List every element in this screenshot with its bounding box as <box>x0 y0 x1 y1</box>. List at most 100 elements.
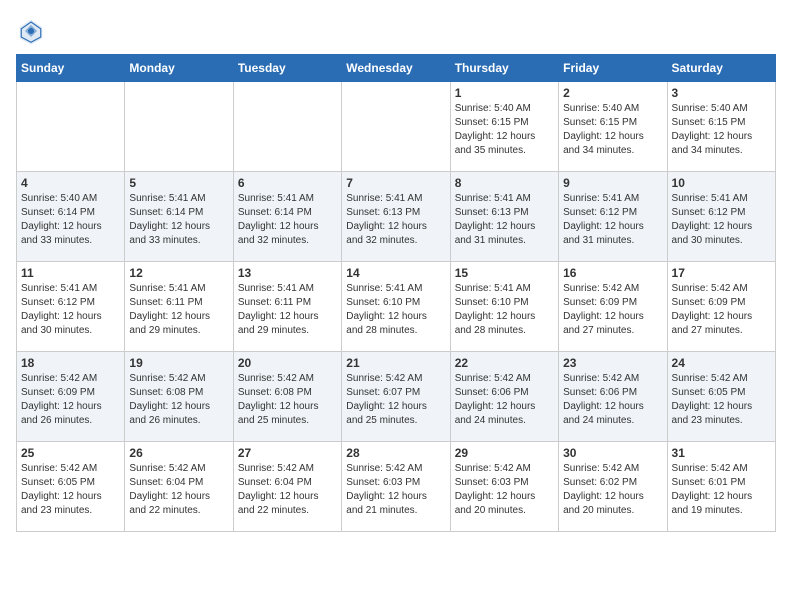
calendar-cell: 15 Sunrise: 5:41 AM Sunset: 6:10 PM Dayli… <box>450 262 558 352</box>
day-info: Sunrise: 5:42 AM Sunset: 6:04 PM Dayligh… <box>238 462 337 518</box>
calendar-cell: 26 Sunrise: 5:42 AM Sunset: 6:04 PM Dayli… <box>125 442 233 532</box>
day-info: Sunrise: 5:42 AM Sunset: 6:08 PM Dayligh… <box>238 372 337 428</box>
logo-icon <box>16 16 46 46</box>
calendar-cell: 20 Sunrise: 5:42 AM Sunset: 6:08 PM Dayli… <box>233 352 341 442</box>
calendar-cell: 9Sunrise: 5:41 AM Sunset: 6:12 PM Daylig… <box>559 172 667 262</box>
day-info: Sunrise: 5:42 AM Sunset: 6:05 PM Dayligh… <box>672 372 771 428</box>
calendar-cell: 27Sunrise: 5:42 AM Sunset: 6:04 PM Dayli… <box>233 442 341 532</box>
day-info: Sunrise: 5:42 AM Sunset: 6:09 PM Dayligh… <box>672 282 771 338</box>
day-number: 31 <box>672 446 771 460</box>
calendar-cell <box>17 82 125 172</box>
calendar-cell <box>233 82 341 172</box>
day-info: Sunrise: 5:42 AM Sunset: 6:06 PM Dayligh… <box>563 372 662 428</box>
day-number: 29 <box>455 446 554 460</box>
calendar-cell: 11 Sunrise: 5:41 AM Sunset: 6:12 PM Dayli… <box>17 262 125 352</box>
day-header-saturday: Saturday <box>667 55 775 82</box>
day-number: 23 <box>563 356 662 370</box>
day-header-monday: Monday <box>125 55 233 82</box>
day-info: Sunrise: 5:40 AM Sunset: 6:14 PM Dayligh… <box>21 192 120 248</box>
day-header-sunday: Sunday <box>17 55 125 82</box>
day-number: 6 <box>238 176 337 190</box>
day-info: Sunrise: 5:41 AM Sunset: 6:10 PM Dayligh… <box>346 282 445 338</box>
day-info: Sunrise: 5:42 AM Sunset: 6:01 PM Dayligh… <box>672 462 771 518</box>
calendar-cell: 30 Sunrise: 5:42 AM Sunset: 6:02 PM Dayli… <box>559 442 667 532</box>
day-number: 5 <box>129 176 228 190</box>
calendar-week-row: 4Sunrise: 5:40 AM Sunset: 6:14 PM Daylig… <box>17 172 776 262</box>
day-number: 2 <box>563 86 662 100</box>
calendar-cell: 22 Sunrise: 5:42 AM Sunset: 6:06 PM Dayli… <box>450 352 558 442</box>
day-info: Sunrise: 5:41 AM Sunset: 6:12 PM Dayligh… <box>21 282 120 338</box>
day-number: 11 <box>21 266 120 280</box>
day-info: Sunrise: 5:41 AM Sunset: 6:10 PM Dayligh… <box>455 282 554 338</box>
calendar-week-row: 1 Sunrise: 5:40 AM Sunset: 6:15 PM Daylig… <box>17 82 776 172</box>
day-info: Sunrise: 5:42 AM Sunset: 6:04 PM Dayligh… <box>129 462 228 518</box>
calendar-cell: 25 Sunrise: 5:42 AM Sunset: 6:05 PM Dayli… <box>17 442 125 532</box>
day-info: Sunrise: 5:41 AM Sunset: 6:11 PM Dayligh… <box>238 282 337 338</box>
day-number: 14 <box>346 266 445 280</box>
calendar-cell: 12 Sunrise: 5:41 AM Sunset: 6:11 PM Dayli… <box>125 262 233 352</box>
calendar-body: 1 Sunrise: 5:40 AM Sunset: 6:15 PM Daylig… <box>17 82 776 532</box>
day-info: Sunrise: 5:41 AM Sunset: 6:14 PM Dayligh… <box>129 192 228 248</box>
calendar-cell: 2 Sunrise: 5:40 AM Sunset: 6:15 PM Daylig… <box>559 82 667 172</box>
calendar-week-row: 18 Sunrise: 5:42 AM Sunset: 6:09 PM Dayli… <box>17 352 776 442</box>
day-info: Sunrise: 5:40 AM Sunset: 6:15 PM Dayligh… <box>672 102 771 158</box>
day-info: Sunrise: 5:41 AM Sunset: 6:12 PM Dayligh… <box>672 192 771 248</box>
day-number: 7 <box>346 176 445 190</box>
calendar-cell: 8 Sunrise: 5:41 AM Sunset: 6:13 PM Daylig… <box>450 172 558 262</box>
day-number: 10 <box>672 176 771 190</box>
day-info: Sunrise: 5:42 AM Sunset: 6:09 PM Dayligh… <box>563 282 662 338</box>
calendar-cell: 17 Sunrise: 5:42 AM Sunset: 6:09 PM Dayli… <box>667 262 775 352</box>
day-number: 21 <box>346 356 445 370</box>
day-info: Sunrise: 5:41 AM Sunset: 6:14 PM Dayligh… <box>238 192 337 248</box>
calendar-cell: 3Sunrise: 5:40 AM Sunset: 6:15 PM Daylig… <box>667 82 775 172</box>
calendar-cell: 23 Sunrise: 5:42 AM Sunset: 6:06 PM Dayli… <box>559 352 667 442</box>
day-number: 19 <box>129 356 228 370</box>
calendar-cell: 24 Sunrise: 5:42 AM Sunset: 6:05 PM Dayli… <box>667 352 775 442</box>
day-number: 24 <box>672 356 771 370</box>
day-number: 8 <box>455 176 554 190</box>
calendar-cell: 31 Sunrise: 5:42 AM Sunset: 6:01 PM Dayli… <box>667 442 775 532</box>
calendar-cell: 14 Sunrise: 5:41 AM Sunset: 6:10 PM Dayli… <box>342 262 450 352</box>
day-number: 18 <box>21 356 120 370</box>
day-info: Sunrise: 5:42 AM Sunset: 6:03 PM Dayligh… <box>455 462 554 518</box>
calendar-week-row: 25 Sunrise: 5:42 AM Sunset: 6:05 PM Dayli… <box>17 442 776 532</box>
page-header <box>16 16 776 46</box>
day-number: 1 <box>455 86 554 100</box>
day-number: 30 <box>563 446 662 460</box>
day-number: 28 <box>346 446 445 460</box>
calendar-cell: 1 Sunrise: 5:40 AM Sunset: 6:15 PM Daylig… <box>450 82 558 172</box>
day-number: 15 <box>455 266 554 280</box>
day-info: Sunrise: 5:41 AM Sunset: 6:11 PM Dayligh… <box>129 282 228 338</box>
calendar-cell: 7Sunrise: 5:41 AM Sunset: 6:13 PM Daylig… <box>342 172 450 262</box>
day-info: Sunrise: 5:40 AM Sunset: 6:15 PM Dayligh… <box>455 102 554 158</box>
calendar-cell: 5 Sunrise: 5:41 AM Sunset: 6:14 PM Daylig… <box>125 172 233 262</box>
day-info: Sunrise: 5:42 AM Sunset: 6:02 PM Dayligh… <box>563 462 662 518</box>
day-info: Sunrise: 5:42 AM Sunset: 6:03 PM Dayligh… <box>346 462 445 518</box>
calendar-cell <box>125 82 233 172</box>
day-header-thursday: Thursday <box>450 55 558 82</box>
day-info: Sunrise: 5:42 AM Sunset: 6:08 PM Dayligh… <box>129 372 228 428</box>
calendar-cell: 6 Sunrise: 5:41 AM Sunset: 6:14 PM Daylig… <box>233 172 341 262</box>
day-info: Sunrise: 5:41 AM Sunset: 6:12 PM Dayligh… <box>563 192 662 248</box>
day-number: 25 <box>21 446 120 460</box>
day-number: 20 <box>238 356 337 370</box>
day-info: Sunrise: 5:42 AM Sunset: 6:07 PM Dayligh… <box>346 372 445 428</box>
day-info: Sunrise: 5:42 AM Sunset: 6:05 PM Dayligh… <box>21 462 120 518</box>
day-number: 22 <box>455 356 554 370</box>
day-info: Sunrise: 5:40 AM Sunset: 6:15 PM Dayligh… <box>563 102 662 158</box>
day-info: Sunrise: 5:42 AM Sunset: 6:09 PM Dayligh… <box>21 372 120 428</box>
day-number: 13 <box>238 266 337 280</box>
calendar-table: SundayMondayTuesdayWednesdayThursdayFrid… <box>16 54 776 532</box>
day-number: 17 <box>672 266 771 280</box>
day-number: 12 <box>129 266 228 280</box>
calendar-cell: 16Sunrise: 5:42 AM Sunset: 6:09 PM Dayli… <box>559 262 667 352</box>
calendar-cell: 28 Sunrise: 5:42 AM Sunset: 6:03 PM Dayli… <box>342 442 450 532</box>
day-info: Sunrise: 5:42 AM Sunset: 6:06 PM Dayligh… <box>455 372 554 428</box>
calendar-cell: 18 Sunrise: 5:42 AM Sunset: 6:09 PM Dayli… <box>17 352 125 442</box>
day-info: Sunrise: 5:41 AM Sunset: 6:13 PM Dayligh… <box>455 192 554 248</box>
calendar-header-row: SundayMondayTuesdayWednesdayThursdayFrid… <box>17 55 776 82</box>
day-number: 26 <box>129 446 228 460</box>
logo <box>16 16 50 46</box>
calendar-cell: 29 Sunrise: 5:42 AM Sunset: 6:03 PM Dayli… <box>450 442 558 532</box>
calendar-cell: 19 Sunrise: 5:42 AM Sunset: 6:08 PM Dayli… <box>125 352 233 442</box>
